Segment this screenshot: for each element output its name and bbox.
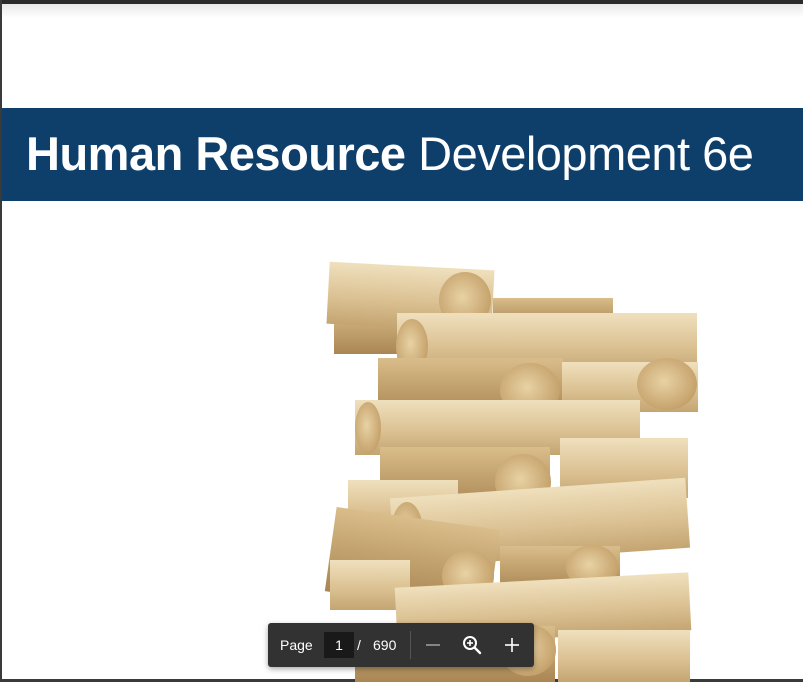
pdf-viewer-toolbar: Page / 690 (268, 623, 534, 667)
viewer-left-border (0, 0, 2, 682)
zoom-out-icon (426, 644, 440, 646)
zoom-fit-icon (463, 636, 482, 655)
total-pages: 690 (373, 637, 397, 653)
page-label: Page (280, 637, 313, 653)
page-separator: / (357, 637, 361, 653)
zoom-out-button[interactable] (418, 631, 448, 659)
book-title-bold: Human Resource (26, 127, 406, 180)
page-number-input[interactable] (324, 632, 354, 658)
zoom-in-icon (505, 638, 519, 652)
zoom-fit-button[interactable] (457, 631, 487, 659)
toolbar-divider (410, 631, 411, 659)
cover-image-wooden-blocks (324, 261, 698, 682)
book-title-regular: Development 6e (418, 127, 754, 180)
zoom-in-button[interactable] (497, 631, 527, 659)
viewer-top-shadow (0, 4, 803, 18)
book-title: Human Resource Development 6e (26, 124, 754, 184)
